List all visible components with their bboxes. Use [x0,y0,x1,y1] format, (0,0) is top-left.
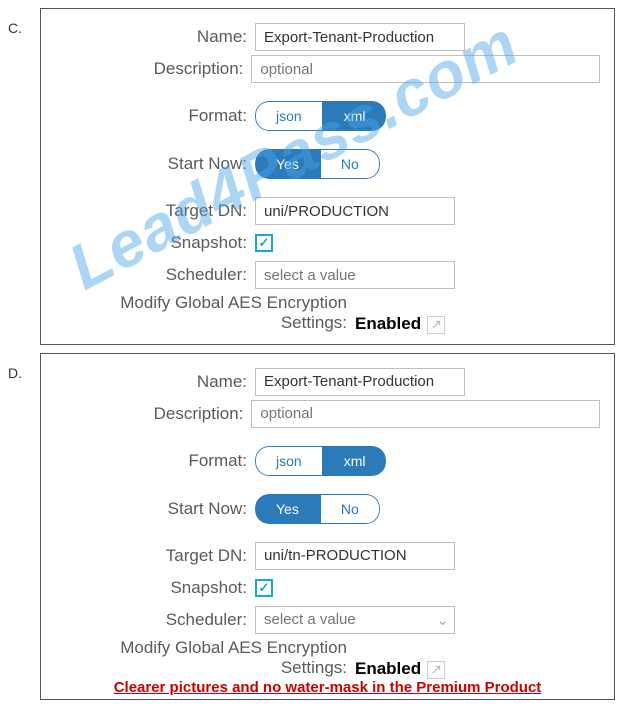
format-json-button[interactable]: json [255,101,323,131]
description-label: Description: [55,404,251,424]
row-snapshot: Snapshot: ✓ [55,574,600,602]
start-now-label: Start Now: [55,154,255,174]
aes-label: Modify Global AES Encryption Settings: [55,638,355,679]
format-json-button[interactable]: json [255,446,323,476]
snapshot-label: Snapshot: [55,233,255,253]
start-now-toggle[interactable]: Yes No [255,149,380,179]
row-format: Format: json xml [55,101,600,131]
scheduler-input[interactable] [255,261,455,289]
row-aes: Modify Global AES Encryption Settings: E… [55,293,600,334]
row-aes: Modify Global AES Encryption Settings: E… [55,638,600,679]
format-label: Format: [55,106,255,126]
row-start-now: Start Now: Yes No [55,149,600,179]
target-dn-input[interactable] [255,542,455,570]
row-scheduler: Scheduler: [55,261,600,289]
option-c: C. Name: Description: Format: json xml S… [0,8,631,345]
start-now-yes-button[interactable]: Yes [255,149,320,179]
row-description: Description: [55,55,600,83]
format-xml-button[interactable]: xml [323,446,387,476]
name-input[interactable] [255,368,465,396]
aes-value: Enabled [355,659,421,679]
snapshot-label: Snapshot: [55,578,255,598]
format-toggle[interactable]: json xml [255,101,386,131]
format-xml-button[interactable]: xml [323,101,387,131]
start-now-label: Start Now: [55,499,255,519]
row-scheduler: Scheduler: ⌄ [55,606,600,634]
external-link-icon[interactable]: ↗ [427,316,445,334]
start-now-no-button[interactable]: No [320,149,380,179]
row-description: Description: [55,400,600,428]
panel-c: Name: Description: Format: json xml Star… [40,8,615,345]
start-now-no-button[interactable]: No [320,494,380,524]
aes-value: Enabled [355,314,421,334]
format-label: Format: [55,451,255,471]
start-now-toggle[interactable]: Yes No [255,494,380,524]
option-letter-c: C. [0,8,40,345]
promo-text: Clearer pictures and no water-mask in th… [71,679,584,696]
row-format: Format: json xml [55,446,600,476]
description-input[interactable] [251,55,600,83]
description-input[interactable] [251,400,600,428]
row-target-dn: Target DN: [55,542,600,570]
row-start-now: Start Now: Yes No [55,494,600,524]
scheduler-label: Scheduler: [55,610,255,630]
target-dn-label: Target DN: [55,201,255,221]
scheduler-select[interactable]: ⌄ [255,606,455,634]
option-d: D. Name: Description: Format: json xml S… [0,353,631,700]
name-label: Name: [55,27,255,47]
row-name: Name: [55,23,600,51]
name-input[interactable] [255,23,465,51]
start-now-yes-button[interactable]: Yes [255,494,320,524]
target-dn-label: Target DN: [55,546,255,566]
name-label: Name: [55,372,255,392]
scheduler-label: Scheduler: [55,265,255,285]
row-snapshot: Snapshot: ✓ [55,229,600,257]
snapshot-checkbox[interactable]: ✓ [255,579,273,597]
target-dn-input[interactable] [255,197,455,225]
scheduler-select[interactable] [255,261,455,289]
option-letter-d: D. [0,353,40,700]
external-link-icon[interactable]: ↗ [427,661,445,679]
snapshot-checkbox[interactable]: ✓ [255,234,273,252]
format-toggle[interactable]: json xml [255,446,386,476]
aes-label: Modify Global AES Encryption Settings: [55,293,355,334]
panel-d: Name: Description: Format: json xml Star… [40,353,615,700]
row-name: Name: [55,368,600,396]
description-label: Description: [55,59,251,79]
row-target-dn: Target DN: [55,197,600,225]
scheduler-input[interactable] [255,606,455,634]
